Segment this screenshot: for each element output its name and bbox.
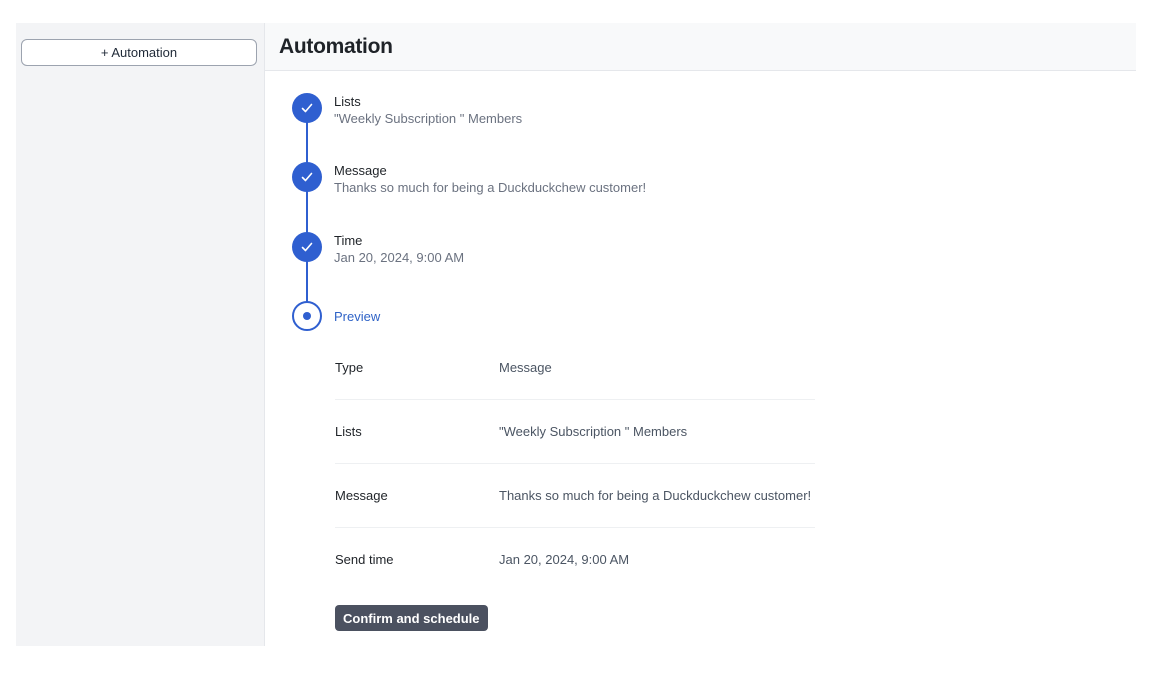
step-preview[interactable]: Preview [292, 301, 992, 341]
step-message[interactable]: Message Thanks so much for being a Duckd… [292, 162, 992, 202]
page-title: Automation [279, 34, 393, 58]
step-title: Preview [334, 309, 381, 324]
table-row: Type Message [335, 336, 815, 400]
step-subtitle: Thanks so much for being a Duckduckchew … [334, 180, 647, 195]
table-row: Message Thanks so much for being a Duckd… [335, 464, 815, 528]
dot-icon [292, 301, 322, 331]
table-row: Send time Jan 20, 2024, 9:00 AM [335, 528, 815, 591]
step-title: Lists [334, 94, 361, 109]
step-subtitle: Jan 20, 2024, 9:00 AM [334, 250, 465, 265]
confirm-schedule-button[interactable]: Confirm and schedule [335, 605, 488, 631]
step-lists[interactable]: Lists "Weekly Subscription " Members [292, 93, 992, 133]
add-automation-button[interactable]: + Automation [21, 39, 257, 66]
step-subtitle: "Weekly Subscription " Members [334, 111, 523, 126]
check-icon [292, 162, 322, 192]
step-time[interactable]: Time Jan 20, 2024, 9:00 AM [292, 232, 992, 272]
row-value: Thanks so much for being a Duckduckchew … [499, 488, 812, 503]
row-label: Type [335, 360, 364, 375]
step-title: Message [334, 163, 387, 178]
app-window: + Automation Automation Lists "Weekly Su… [16, 23, 1136, 646]
step-title: Time [334, 233, 363, 248]
row-label: Send time [335, 552, 394, 567]
sidebar: + Automation [16, 23, 265, 646]
table-row: Lists "Weekly Subscription " Members [335, 400, 815, 464]
row-value: Message [499, 360, 552, 375]
row-value: "Weekly Subscription " Members [499, 424, 688, 439]
check-icon [292, 232, 322, 262]
preview-table: Type Message Lists "Weekly Subscription … [335, 336, 815, 591]
row-label: Message [335, 488, 388, 503]
header: Automation [265, 23, 1136, 71]
row-label: Lists [335, 424, 362, 439]
row-value: Jan 20, 2024, 9:00 AM [499, 552, 630, 567]
main-panel: Automation Lists "Weekly Subscription " … [265, 23, 1136, 646]
check-icon [292, 93, 322, 123]
